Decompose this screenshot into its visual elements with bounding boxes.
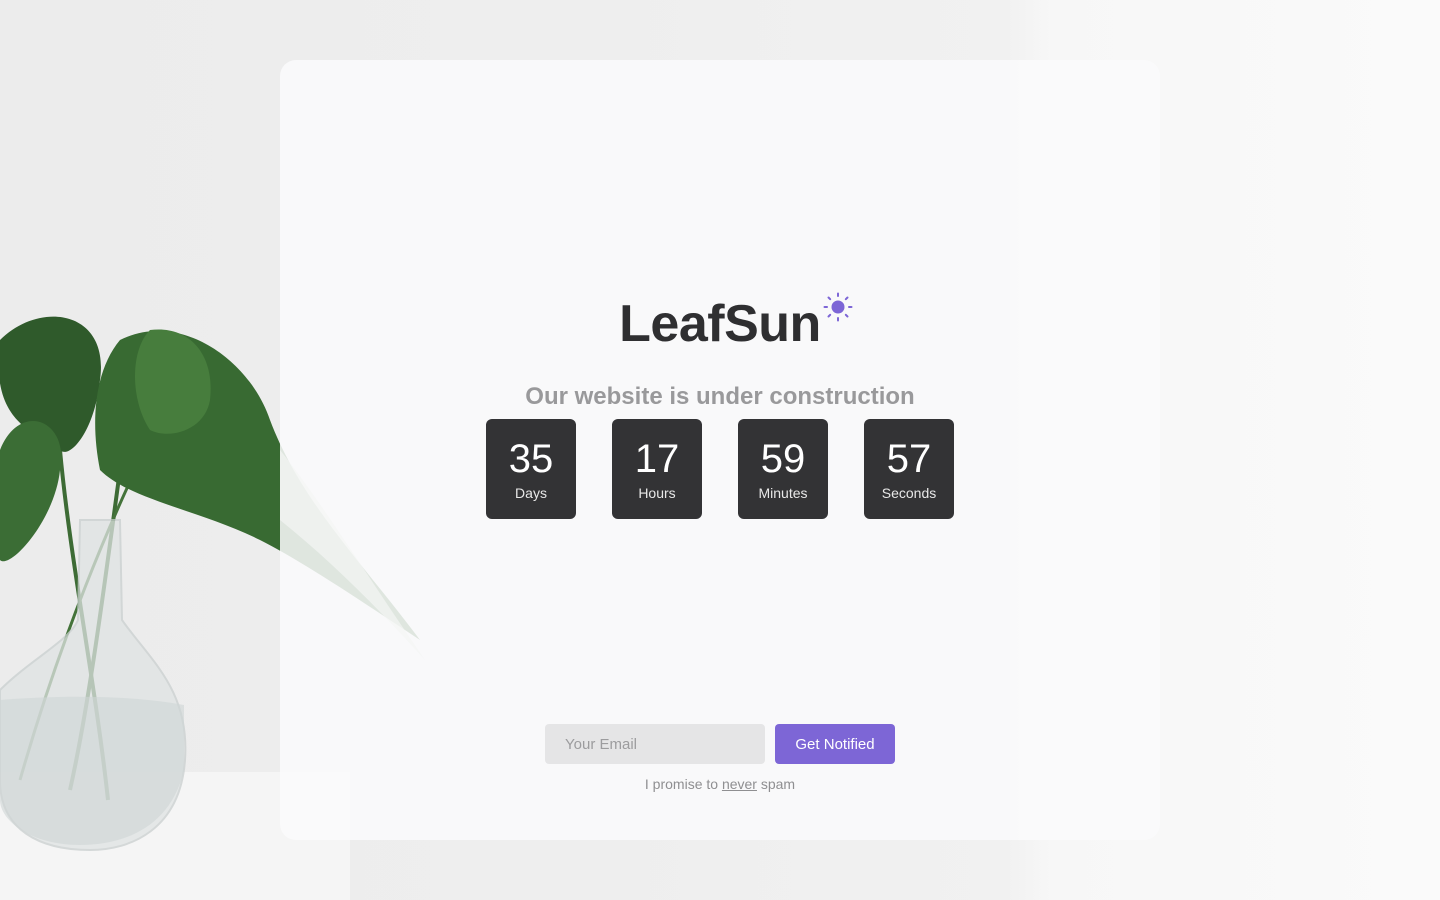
promise-text-after: spam xyxy=(760,776,796,792)
countdown-hours: 17 Hours xyxy=(612,419,702,519)
email-field[interactable] xyxy=(545,724,765,764)
countdown-timer: 35 Days 17 Hours 59 Minutes 57 Seconds xyxy=(486,419,954,519)
countdown-value: 59 xyxy=(760,437,806,481)
countdown-label: Seconds xyxy=(881,485,937,501)
notify-form: Get Notified xyxy=(545,724,895,764)
countdown-label: Minutes xyxy=(758,485,808,501)
countdown-days: 35 Days xyxy=(486,419,576,519)
brand-logo[interactable]: LeafSun xyxy=(280,292,1160,354)
countdown-seconds: 57 Seconds xyxy=(864,419,954,519)
sun-icon xyxy=(823,292,853,322)
countdown-minutes: 59 Minutes xyxy=(738,419,828,519)
spam-promise: I promise to never spam xyxy=(280,776,1160,792)
countdown-value: 35 xyxy=(508,437,554,481)
countdown-value: 57 xyxy=(886,437,932,481)
get-notified-button[interactable]: Get Notified xyxy=(775,724,895,764)
countdown-label: Hours xyxy=(638,485,676,501)
countdown-label: Days xyxy=(515,485,547,501)
promise-text-before: I promise to xyxy=(644,776,719,792)
countdown-value: 17 xyxy=(634,437,680,481)
construction-card: LeafSun Our website is under constructio… xyxy=(280,60,1160,840)
construction-tagline: Our website is under construction xyxy=(525,383,915,410)
brand-name: LeafSun xyxy=(619,295,821,353)
promise-emphasis: never xyxy=(721,776,757,792)
